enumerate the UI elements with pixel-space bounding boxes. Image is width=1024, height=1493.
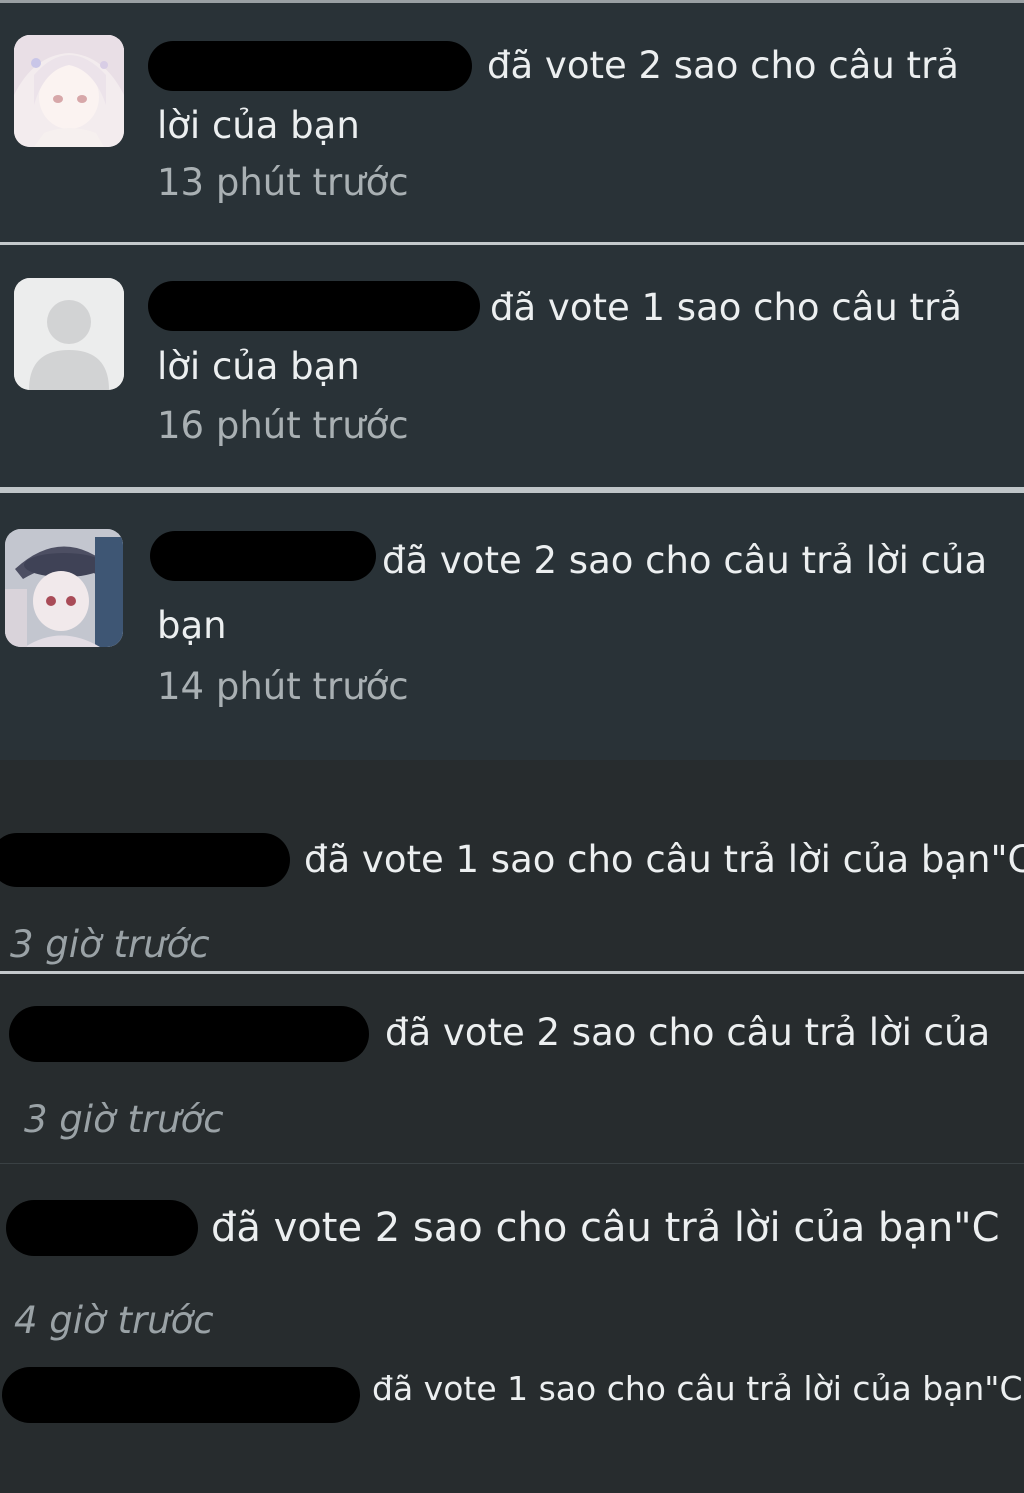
notification-message-continued: lời của bạn [157,104,360,147]
notification-message: đã vote 2 sao cho câu trả lời của bạn"C [211,1205,1000,1251]
notification-message: đã vote 1 sao cho câu trả lời của bạn"C [372,1369,1023,1408]
notification-item[interactable]: đã vote 2 sao cho câu trả lời của 3 giờ … [0,974,1024,1164]
notification-item[interactable]: đã vote 1 sao cho câu trả lời của bạn"C [0,1350,1024,1493]
notification-item[interactable]: đã vote 2 sao cho câu trả lời của bạn 14… [0,493,1024,760]
notification-message-continued: bạn [157,604,227,647]
notification-message: đã vote 2 sao cho câu trả lời của [382,539,988,582]
redacted-username [6,1200,198,1256]
notification-item[interactable]: đã vote 2 sao cho câu trả lời của bạn"C … [0,1164,1024,1350]
notification-screen: đã vote 2 sao cho câu trả lời của bạn 13… [0,0,1024,1493]
notification-time: 3 giờ trước [10,923,210,966]
redacted-username [150,531,376,581]
notification-time: 16 phút trước [157,404,409,447]
default-user-avatar-icon[interactable] [14,278,124,390]
redacted-username [9,1006,369,1062]
notification-item[interactable]: đã vote 2 sao cho câu trả lời của bạn 13… [0,0,1024,244]
notification-message: đã vote 2 sao cho câu trả lời của [385,1011,991,1054]
notification-time: 13 phút trước [157,161,409,204]
anime-girl-avatar-icon[interactable] [14,35,124,147]
notification-time: 4 giờ trước [14,1299,214,1342]
redacted-username [148,41,472,91]
redacted-username [0,833,290,887]
anime-hat-avatar-icon[interactable] [5,529,123,647]
notification-item[interactable]: đã vote 1 sao cho câu trả lời của bạn"C … [0,760,1024,972]
notification-message-continued: lời của bạn [157,345,360,388]
notification-time: 14 phút trước [157,665,409,708]
notification-message: đã vote 2 sao cho câu trả [487,44,959,87]
notification-time: 3 giờ trước [24,1098,224,1141]
redacted-username [2,1367,360,1423]
notification-message: đã vote 1 sao cho câu trả [490,286,962,329]
notification-message: đã vote 1 sao cho câu trả lời của bạn"C [304,838,1024,881]
notification-item[interactable]: đã vote 1 sao cho câu trả lời của bạn 16… [0,245,1024,487]
redacted-username [148,281,480,331]
